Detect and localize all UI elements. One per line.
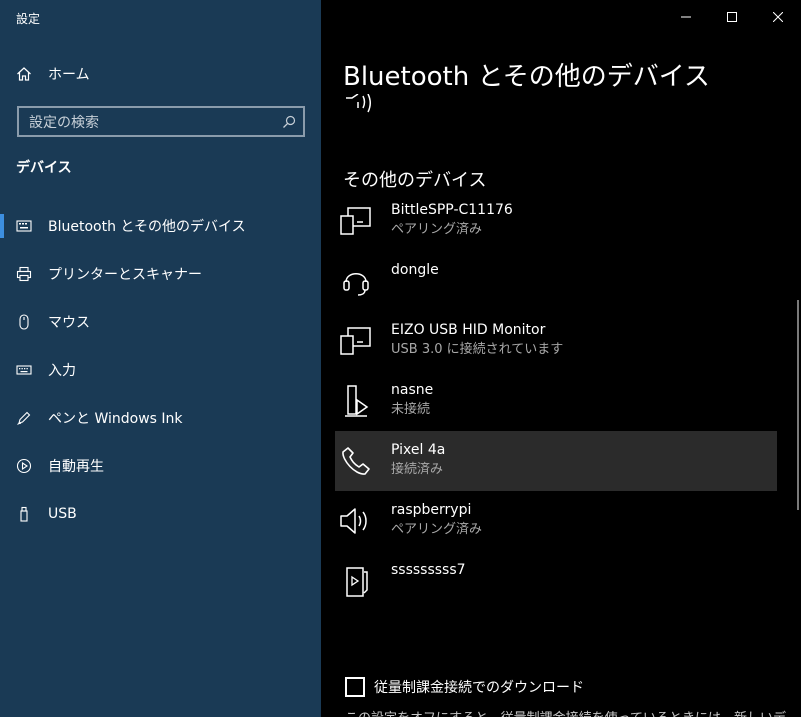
search-box[interactable]: 設定の検索	[17, 106, 305, 137]
device-name: raspberrypi	[391, 502, 472, 518]
sidebar-item-bluetooth[interactable]: Bluetooth とその他のデバイス	[0, 210, 321, 258]
device-name: EIZO USB HID Monitor	[391, 322, 546, 338]
sidebar-item-usb[interactable]: USB	[0, 498, 321, 546]
sidebar: 設定 ホーム 設定の検索 デバイス Bluetooth とその他のデバイス プリ…	[0, 0, 321, 717]
close-icon	[772, 7, 784, 26]
device-item[interactable]: BittleSPP-C11176 ペアリング済み	[335, 191, 777, 251]
main-panel: Bluetooth とその他のデバイス その他のデバイス BittleSPP-C…	[321, 0, 801, 717]
device-item[interactable]: dongle	[335, 251, 777, 311]
sidebar-item-label: マウス	[48, 315, 90, 331]
device-name: sssssssss7	[391, 562, 466, 578]
device-generic-icon	[335, 321, 377, 361]
headset-icon	[335, 261, 377, 301]
device-status: ペアリング済み	[391, 522, 483, 537]
media-player-icon	[335, 561, 377, 601]
scrollbar[interactable]	[797, 300, 799, 510]
sidebar-item-label: ペンと Windows Ink	[48, 411, 183, 427]
search-input[interactable]: 設定の検索	[19, 112, 275, 132]
group-title: その他のデバイス	[343, 170, 487, 191]
nav-list: Bluetooth とその他のデバイス プリンターとスキャナー マウス 入力 ペ…	[0, 210, 321, 546]
sidebar-item-label: USB	[48, 506, 77, 522]
device-name: dongle	[391, 262, 439, 278]
app-title: 設定	[16, 12, 41, 26]
sidebar-item-autoplay[interactable]: 自動再生	[0, 450, 321, 498]
search-icon[interactable]	[275, 115, 303, 129]
device-name: nasne	[391, 382, 434, 398]
device-generic-icon	[335, 201, 377, 241]
usb-icon	[0, 506, 48, 522]
keyboard-icon	[0, 362, 48, 378]
device-item[interactable]: nasne 未接続	[335, 371, 777, 431]
nav-home[interactable]: ホーム	[0, 58, 321, 90]
autoplay-icon	[0, 458, 48, 474]
sidebar-item-label: プリンターとスキャナー	[48, 267, 202, 283]
maximize-icon	[727, 7, 737, 26]
page-title: Bluetooth とその他のデバイス	[343, 62, 710, 92]
window-controls	[663, 0, 801, 32]
device-item-selected[interactable]: Pixel 4a 接続済み	[335, 431, 777, 491]
sidebar-item-label: 入力	[48, 363, 76, 379]
minimize-icon	[681, 7, 691, 26]
metered-description: この設定をオフにすると、従量制課金接続を使っているときには、新しいデ	[345, 707, 786, 717]
phone-icon	[335, 441, 377, 481]
device-list: BittleSPP-C11176 ペアリング済み dongle EIZO USB…	[335, 191, 777, 611]
metered-download-option[interactable]: 従量制課金接続でのダウンロード	[345, 677, 584, 697]
minimize-button[interactable]	[663, 0, 709, 32]
sidebar-item-pen[interactable]: ペンと Windows Ink	[0, 402, 321, 450]
printer-icon	[0, 266, 48, 282]
nav-home-label: ホーム	[48, 67, 90, 83]
pen-icon	[0, 410, 48, 426]
close-button[interactable]	[755, 0, 801, 32]
media-device-icon	[335, 381, 377, 421]
bluetooth-devices-icon	[0, 218, 48, 234]
section-title: デバイス	[16, 160, 72, 176]
home-icon	[0, 66, 48, 82]
sidebar-item-typing[interactable]: 入力	[0, 354, 321, 402]
metered-label: 従量制課金接続でのダウンロード	[374, 680, 584, 696]
device-item[interactable]: EIZO USB HID Monitor USB 3.0 に接続されています	[335, 311, 777, 371]
maximize-button[interactable]	[709, 0, 755, 32]
sidebar-item-label: 自動再生	[48, 459, 104, 475]
sidebar-item-mouse[interactable]: マウス	[0, 306, 321, 354]
speaker-icon	[343, 93, 377, 118]
device-name: BittleSPP-C11176	[391, 202, 513, 218]
device-status: USB 3.0 に接続されています	[391, 342, 564, 357]
device-item[interactable]: sssssssss7	[335, 551, 777, 611]
metered-checkbox[interactable]	[345, 677, 365, 697]
device-status: 未接続	[391, 402, 431, 417]
sidebar-item-printers[interactable]: プリンターとスキャナー	[0, 258, 321, 306]
sidebar-item-label: Bluetooth とその他のデバイス	[48, 219, 246, 235]
device-name: Pixel 4a	[391, 442, 446, 458]
mouse-icon	[0, 314, 48, 330]
device-status: 接続済み	[391, 462, 444, 477]
device-status: ペアリング済み	[391, 222, 483, 237]
speaker-icon	[335, 501, 377, 541]
device-item[interactable]: raspberrypi ペアリング済み	[335, 491, 777, 551]
